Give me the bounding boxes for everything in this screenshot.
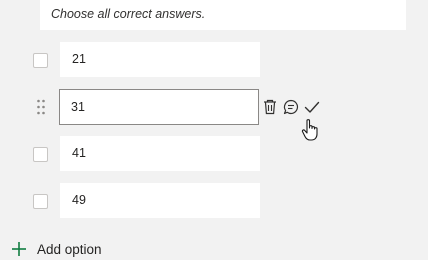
add-option-button[interactable]: Add option	[11, 239, 102, 259]
correct-answer-check-icon[interactable]	[303, 98, 321, 116]
instructions-text: Choose all correct answers.	[51, 7, 206, 21]
drag-handle-icon[interactable]	[36, 99, 46, 115]
option-checkbox-3[interactable]	[33, 147, 48, 162]
option-input-3[interactable]: 41	[60, 136, 260, 171]
option-text-2: 31	[71, 100, 85, 114]
comment-icon[interactable]	[282, 98, 300, 116]
plus-icon	[12, 242, 26, 256]
question-instructions: Choose all correct answers.	[40, 0, 406, 30]
option-text-3: 41	[72, 146, 86, 160]
option-input-1[interactable]: 21	[60, 42, 260, 77]
option-text-4: 49	[72, 193, 86, 207]
add-option-label: Add option	[37, 241, 102, 257]
hand-pointer-cursor-icon	[301, 119, 318, 141]
option-input-2[interactable]: 31	[59, 89, 259, 125]
option-checkbox-1[interactable]	[33, 53, 48, 68]
option-checkbox-4[interactable]	[33, 194, 48, 209]
delete-icon[interactable]	[261, 98, 279, 116]
option-text-1: 21	[72, 52, 86, 66]
option-input-4[interactable]: 49	[60, 183, 260, 218]
